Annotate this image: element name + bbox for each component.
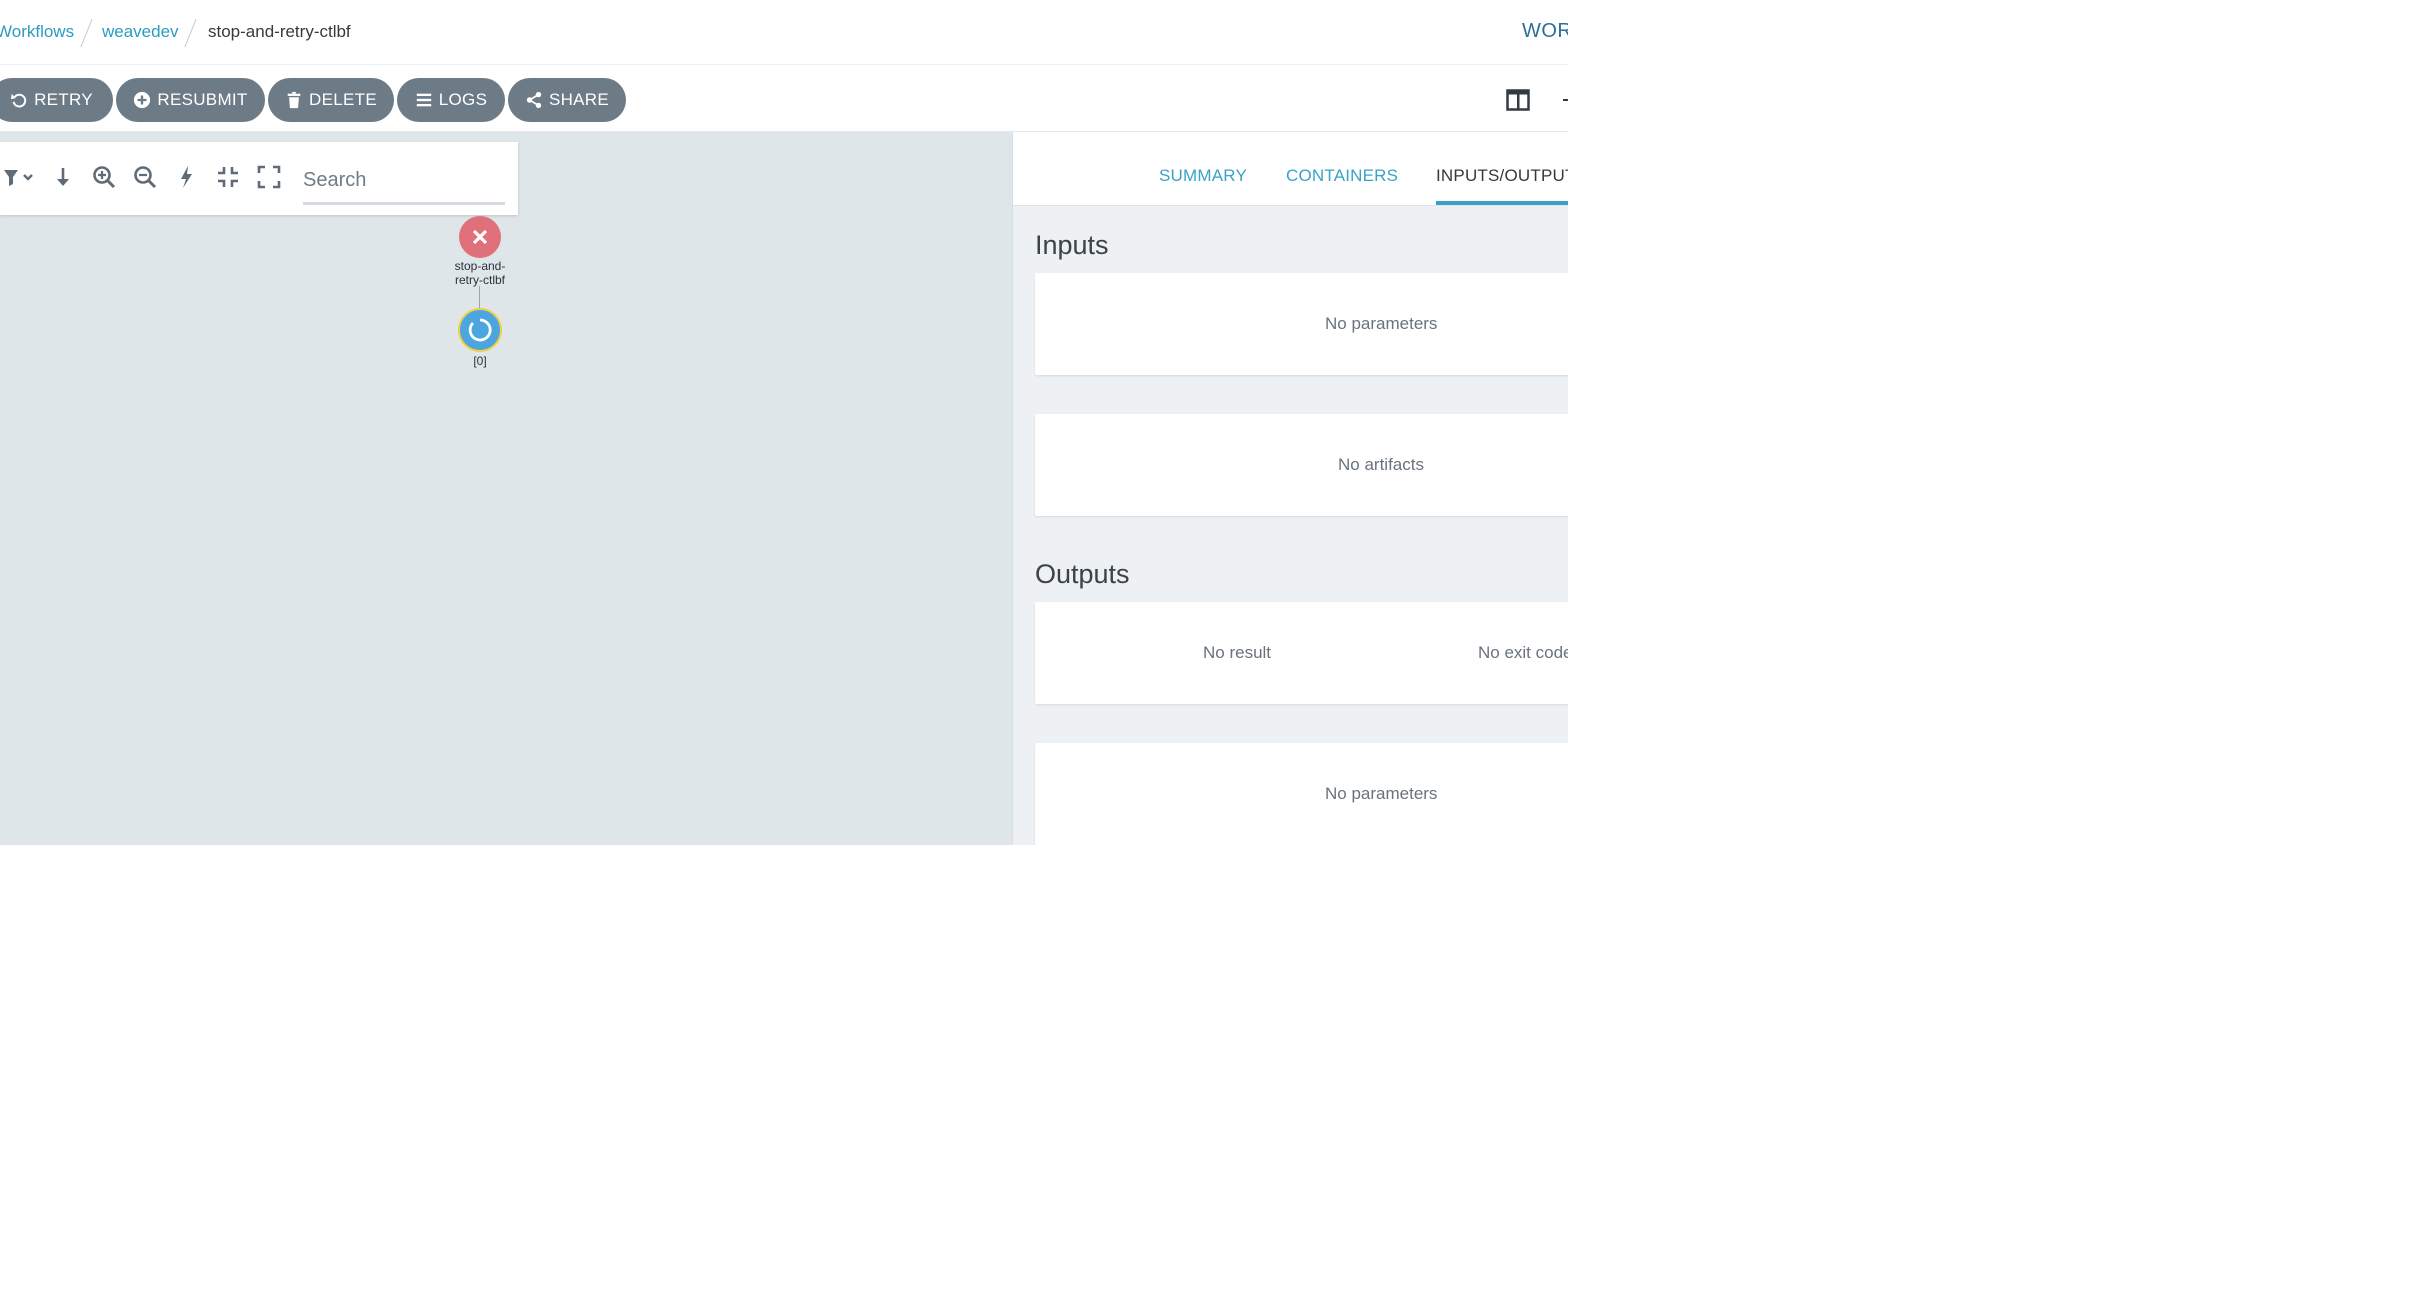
outputs-heading: Outputs xyxy=(1035,559,1130,589)
workflow-graph[interactable]: stop-and- retry-ctlbf [0] xyxy=(0,132,1012,845)
inputs-artifacts-empty: No artifacts xyxy=(1338,455,1424,474)
graph-node-failed[interactable] xyxy=(459,216,501,258)
breadcrumb-separator xyxy=(80,18,93,48)
plus-circle-icon xyxy=(133,91,151,109)
filter-icon[interactable] xyxy=(3,164,37,190)
search-field xyxy=(303,162,505,205)
inputs-parameters-empty: No parameters xyxy=(1325,314,1438,333)
outputs-parameters-card: No parameters xyxy=(1035,743,1568,845)
undo-icon xyxy=(10,91,28,109)
inputs-artifacts-card: No artifacts xyxy=(1035,414,1568,516)
active-tab-indicator xyxy=(1436,201,1568,205)
compress-icon[interactable] xyxy=(215,164,241,190)
graph-toolbar xyxy=(0,142,518,215)
tab-summary[interactable]: SUMMARY xyxy=(1159,166,1247,186)
expand-icon[interactable] xyxy=(256,164,282,190)
tab-containers[interactable]: CONTAINERS xyxy=(1286,166,1398,186)
node-details-panel: SUMMARY CONTAINERS INPUTS/OUTPUTS Inputs… xyxy=(1012,132,1568,845)
retry-label: RETRY xyxy=(34,90,93,109)
share-icon xyxy=(525,91,543,109)
trash-icon xyxy=(285,91,303,109)
breadcrumb-workflows[interactable]: Workflows xyxy=(0,22,74,42)
resubmit-button[interactable]: RESUBMIT xyxy=(116,78,265,122)
panel-tabs: SUMMARY CONTAINERS INPUTS/OUTPUTS xyxy=(1013,132,1568,206)
logs-button[interactable]: LOGS xyxy=(397,78,505,122)
outputs-result-card: No result No exit code xyxy=(1035,602,1568,704)
page-title: WORKFLOW DETAILS xyxy=(1522,20,1568,42)
breadcrumb-current: stop-and-retry-ctlbf xyxy=(208,22,351,41)
outputs-exit-code-empty: No exit code xyxy=(1478,643,1568,662)
graph-edge xyxy=(479,286,480,308)
arrow-down-icon[interactable] xyxy=(50,164,76,190)
close-icon xyxy=(472,229,488,245)
breadcrumb-namespace[interactable]: weavedev xyxy=(102,22,179,42)
action-bar: RETRY RESUBMIT DELETE LOGS SHARE xyxy=(0,65,1568,132)
search-input[interactable] xyxy=(303,162,503,198)
resubmit-label: RESUBMIT xyxy=(157,90,248,109)
bolt-icon[interactable] xyxy=(173,164,199,190)
top-bar: Workflows weavedev stop-and-retry-ctlbf … xyxy=(0,0,1568,65)
graph-node-label: [0] xyxy=(473,354,487,368)
delete-label: DELETE xyxy=(309,90,377,109)
outputs-result-empty: No result xyxy=(1203,643,1272,662)
logs-label: LOGS xyxy=(438,90,488,109)
spinner-icon xyxy=(468,318,492,342)
tab-inputs-outputs[interactable]: INPUTS/OUTPUTS xyxy=(1436,166,1568,186)
more-icon[interactable] xyxy=(1561,93,1568,107)
zoom-in-icon[interactable] xyxy=(91,164,117,190)
app-frame: Workflows weavedev stop-and-retry-ctlbf … xyxy=(0,0,1568,845)
bars-icon xyxy=(415,91,433,109)
share-button[interactable]: SHARE xyxy=(508,78,626,122)
outputs-parameters-empty: No parameters xyxy=(1325,784,1438,803)
zoom-out-icon[interactable] xyxy=(132,164,158,190)
breadcrumb-separator xyxy=(184,18,197,48)
graph-node-label: stop-and- retry-ctlbf xyxy=(454,259,506,287)
retry-button[interactable]: RETRY xyxy=(0,78,113,122)
inputs-parameters-card: No parameters xyxy=(1035,273,1568,375)
graph-node-running[interactable] xyxy=(458,308,502,352)
inputs-heading: Inputs xyxy=(1035,230,1109,260)
split-columns-icon[interactable] xyxy=(1506,89,1530,111)
share-label: SHARE xyxy=(548,90,610,109)
delete-button[interactable]: DELETE xyxy=(268,78,394,122)
